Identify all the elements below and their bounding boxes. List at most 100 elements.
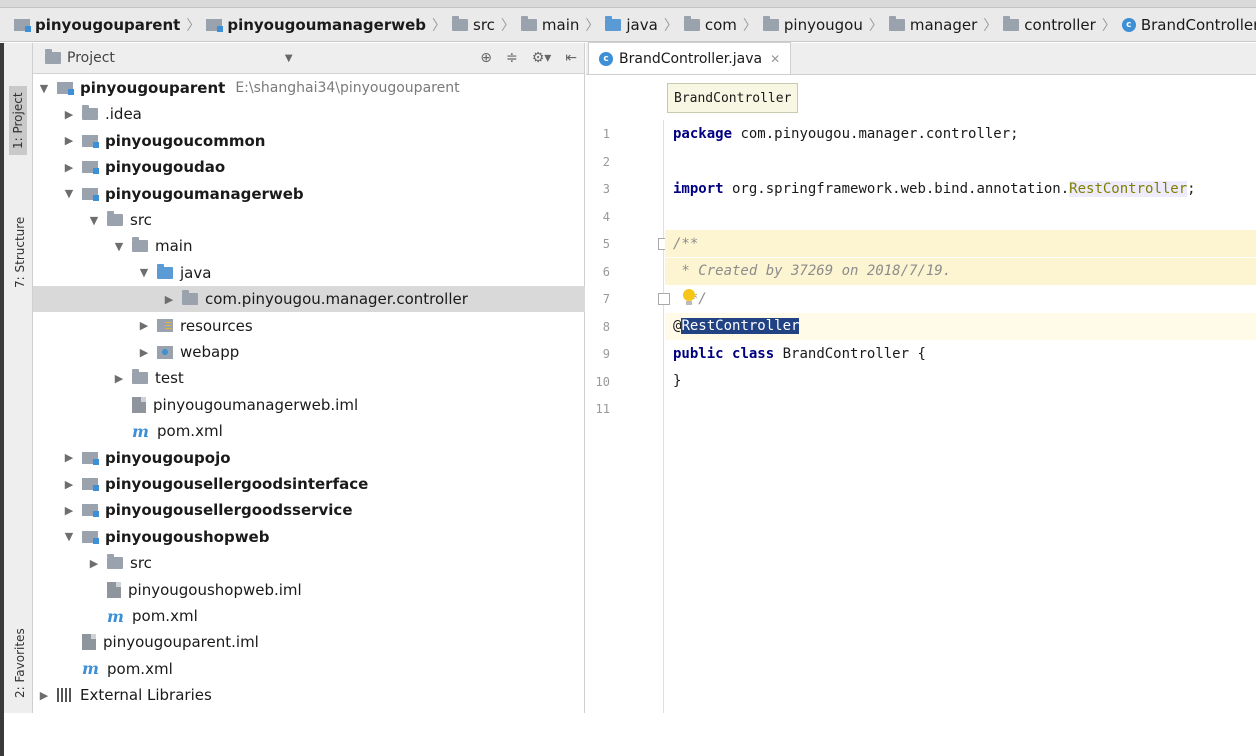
favorites-tool-tab[interactable]: 2: Favorites <box>13 628 27 698</box>
project-panel: Project ▼ ⊕ ≑ ⚙▾ ⇤ ▼ pinyougouparent E:\sh… <box>33 43 585 713</box>
collapsed-arrow-icon[interactable]: ▶ <box>62 134 76 147</box>
tree-item[interactable]: ▶ External Libraries <box>33 682 585 708</box>
expanded-arrow-icon[interactable]: ▼ <box>137 266 151 279</box>
intention-bulb-icon[interactable] <box>681 289 697 307</box>
code-line[interactable]: } <box>665 368 1256 395</box>
code-line[interactable]: /** <box>665 230 1256 257</box>
breadcrumb-item[interactable]: src <box>452 15 495 34</box>
locate-icon[interactable]: ⊕ <box>480 50 492 66</box>
collapsed-arrow-icon[interactable]: ▶ <box>162 293 176 306</box>
tree-item[interactable]: ▼ java <box>33 260 585 286</box>
close-icon[interactable]: ✕ <box>770 52 780 66</box>
breadcrumb-item[interactable]: controller <box>1003 15 1096 34</box>
tree-item[interactable]: pinyougouparent.iml <box>33 629 585 655</box>
expanded-arrow-icon[interactable]: ▼ <box>62 530 76 543</box>
collapsed-arrow-icon[interactable]: ▶ <box>87 557 101 570</box>
tree-item[interactable]: ▶ resources <box>33 313 585 339</box>
module-icon <box>82 451 99 465</box>
hide-panel-icon[interactable]: ⇤ <box>565 50 577 66</box>
collapse-all-icon[interactable]: ≑ <box>506 50 518 66</box>
tree-item[interactable]: ▶ com.pinyougou.manager.controller <box>33 286 585 313</box>
tree-item[interactable]: m pom.xml <box>33 418 585 444</box>
tree-item[interactable]: ▶ pinyougoupojo <box>33 445 585 471</box>
tree-item[interactable]: ▼ src <box>33 207 585 233</box>
window-edge <box>0 43 4 756</box>
code-line[interactable] <box>665 395 1256 422</box>
tree-item[interactable]: ▶ pinyougoucommon <box>33 128 585 154</box>
collapsed-arrow-icon[interactable]: ▶ <box>62 108 76 121</box>
tree-item[interactable]: ▼ main <box>33 233 585 259</box>
tree-item-label: pinyougoushopweb.iml <box>128 580 302 599</box>
code-token: RestController <box>1069 180 1188 197</box>
tree-item[interactable]: ▶ pinyougousellergoodsinterface <box>33 471 585 497</box>
breadcrumb-label: BrandController <box>1140 15 1256 34</box>
breadcrumb-item[interactable]: pinyougouparent <box>14 16 180 34</box>
code-line[interactable]: public class BrandController { <box>665 340 1256 367</box>
tree-item[interactable]: ▶ pinyougoudao <box>33 154 585 180</box>
code-line[interactable] <box>665 203 1256 230</box>
breadcrumb-item[interactable]: manager <box>888 15 977 34</box>
code-line[interactable]: @ RestController <box>665 312 1256 340</box>
editor-tab-bar: c BrandController.java ✕ <box>586 42 1256 75</box>
editor-breadcrumb-hint[interactable]: BrandController <box>667 83 799 113</box>
code-view[interactable]: package com.pinyougou.manager.controller… <box>665 120 1256 713</box>
tree-item[interactable]: ▶ pinyougousellergoodsservice <box>33 497 585 523</box>
expanded-arrow-icon[interactable]: ▼ <box>37 82 51 95</box>
tree-item[interactable]: ▼ pinyougouparent E:\shanghai34\pinyougoup… <box>33 75 585 101</box>
tree-item[interactable]: ▼ pinyougoumanagerweb <box>33 181 585 207</box>
collapsed-arrow-icon[interactable]: ▶ <box>137 319 151 332</box>
structure-tool-tab[interactable]: 7: Structure <box>13 217 27 288</box>
collapsed-arrow-icon[interactable]: ▶ <box>37 689 51 702</box>
class-icon: c <box>599 51 613 66</box>
expanded-arrow-icon[interactable]: ▼ <box>112 240 126 253</box>
tree-item[interactable]: ▶ src <box>33 550 585 576</box>
breadcrumb-separator-icon: 〉 <box>585 17 600 34</box>
breadcrumb-item[interactable]: java <box>605 15 658 34</box>
breadcrumb-label: src <box>473 15 495 34</box>
tree-item[interactable]: pinyougoushopweb.iml <box>33 577 585 603</box>
collapsed-arrow-icon[interactable]: ▶ <box>112 372 126 385</box>
collapsed-arrow-icon[interactable]: ▶ <box>62 451 76 464</box>
gear-icon[interactable]: ⚙▾ <box>532 50 552 66</box>
project-tool-tab[interactable]: 1: Project <box>9 86 27 155</box>
breadcrumb-item[interactable]: main <box>520 15 579 34</box>
line-number: 4 <box>602 209 610 224</box>
tree-item[interactable]: ▶ test <box>33 365 585 391</box>
tree-item-label: pinyougoushopweb <box>105 527 270 546</box>
expanded-arrow-icon[interactable]: ▼ <box>62 187 76 200</box>
folder-icon <box>605 15 622 31</box>
code-line[interactable]: * Created by 37269 on 2018/7/19. <box>665 257 1256 285</box>
web-folder-icon <box>157 345 173 359</box>
tree-item[interactable]: m pom.xml <box>33 656 585 682</box>
collapsed-arrow-icon[interactable]: ▶ <box>62 504 76 517</box>
iml-file-icon <box>107 581 121 598</box>
tree-item[interactable]: ▶ webapp <box>33 339 585 365</box>
resources-folder-icon <box>157 319 173 333</box>
collapsed-arrow-icon[interactable]: ▶ <box>62 161 76 174</box>
code-token: * Created by 37269 on 2018/7/19. <box>673 263 952 279</box>
collapsed-arrow-icon[interactable]: ▶ <box>62 478 76 491</box>
tree-item[interactable]: ▼ pinyougoushopweb <box>33 524 585 550</box>
breadcrumb-item[interactable]: c BrandController <box>1121 15 1256 34</box>
code-line[interactable] <box>665 148 1256 175</box>
project-panel-title[interactable]: Project <box>67 50 115 66</box>
maven-icon: m <box>82 659 99 679</box>
expanded-arrow-icon[interactable]: ▼ <box>87 214 101 227</box>
iml-file-icon <box>132 396 146 413</box>
code-line[interactable]: package com.pinyougou.manager.controller… <box>665 120 1256 147</box>
tree-item[interactable]: pinyougoumanagerweb.iml <box>33 392 585 418</box>
code-line[interactable]: */ <box>665 285 1256 312</box>
breadcrumb-item[interactable]: pinyougou <box>762 15 863 34</box>
tree-item[interactable]: m pom.xml <box>33 603 585 629</box>
code-line[interactable]: import org.springframework.web.bind.anno… <box>665 175 1256 202</box>
tree-item-label: .idea <box>105 105 142 124</box>
code-token: package <box>673 125 733 142</box>
tree-item-path: E:\shanghai34\pinyougouparent <box>235 80 460 96</box>
collapsed-arrow-icon[interactable]: ▶ <box>137 346 151 359</box>
tree-item[interactable]: ▶ .idea <box>33 101 585 127</box>
breadcrumb-item[interactable]: com <box>683 15 737 34</box>
view-dropdown-icon[interactable]: ▼ <box>285 53 293 64</box>
tab-brandcontroller-java[interactable]: c BrandController.java ✕ <box>588 42 792 74</box>
breadcrumb-item[interactable]: pinyougoumanagerweb <box>206 16 426 34</box>
module-icon <box>82 530 99 544</box>
